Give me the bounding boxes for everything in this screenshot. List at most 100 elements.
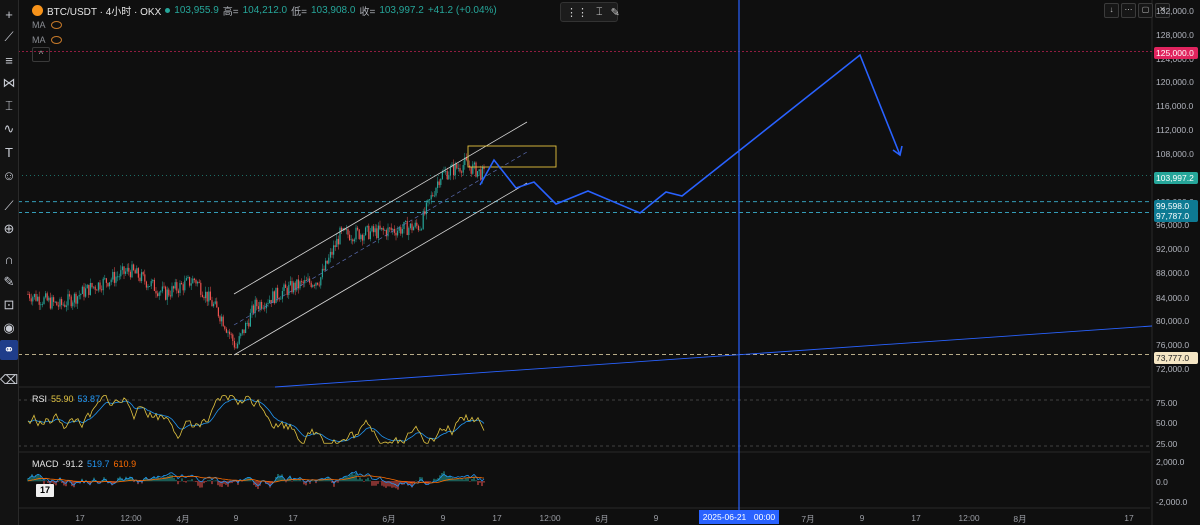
candle-body: [411, 223, 413, 231]
candle-body: [145, 281, 147, 288]
candle-body: [373, 226, 375, 233]
candle-body: [256, 299, 258, 307]
macd-histogram-bar: [369, 480, 371, 482]
candle-body: [427, 199, 429, 203]
candle-body: [429, 199, 431, 201]
candle-body: [190, 283, 192, 286]
candle-body: [38, 296, 40, 305]
candle-body: [222, 316, 224, 327]
candle-body: [341, 227, 343, 231]
scroll-down-button[interactable]: ↓: [1104, 3, 1119, 18]
brush-icon[interactable]: ∿: [0, 119, 18, 139]
candle-body: [96, 289, 98, 291]
candle-body: [323, 268, 325, 271]
candle-body: [32, 297, 34, 302]
candle-body: [115, 276, 117, 283]
trash-icon[interactable]: ⌫: [0, 370, 18, 390]
zoom-icon[interactable]: ⊕: [0, 219, 18, 239]
candle-body: [389, 227, 391, 229]
measure-icon[interactable]: ⌶: [0, 96, 18, 116]
candle-body: [201, 294, 203, 298]
ma-indicator-2[interactable]: MA: [32, 35, 62, 45]
ruler-icon[interactable]: ⟋: [0, 196, 18, 216]
macd-histogram-bar: [295, 479, 297, 482]
candle-body: [443, 171, 445, 173]
lock-icon[interactable]: ⊡: [0, 295, 18, 315]
candle-body: [112, 271, 114, 280]
price-badge: 125,000.0: [1154, 47, 1198, 59]
macd-histogram-bar: [213, 480, 215, 482]
candle-body: [331, 251, 333, 255]
lock-draw-icon[interactable]: ✎: [0, 272, 18, 292]
macd-histogram-bar: [133, 481, 135, 483]
candle-body: [326, 260, 328, 264]
drag-handle-icon[interactable]: ⋮⋮: [566, 6, 588, 19]
eye-icon[interactable]: ◉: [0, 318, 18, 338]
candle-body: [381, 227, 383, 230]
maximize-button[interactable]: ▢: [1138, 3, 1153, 18]
pen-icon[interactable]: ✎: [611, 6, 620, 19]
candle-body: [240, 333, 242, 337]
emoji-icon[interactable]: ☺: [0, 165, 18, 185]
text-cursor-icon[interactable]: ⌶: [596, 6, 603, 19]
tradingview-logo[interactable]: 17: [36, 484, 54, 497]
candle-body: [99, 282, 101, 290]
macd-histogram-bar: [45, 480, 47, 482]
candle-body: [368, 225, 370, 240]
candle-body: [461, 171, 463, 173]
text-icon[interactable]: T: [0, 142, 18, 162]
crosshair-icon[interactable]: +: [0, 4, 18, 24]
candle-body: [430, 195, 432, 200]
candle-body: [315, 282, 317, 286]
candle-body: [102, 278, 104, 291]
candle-body: [208, 291, 210, 302]
candle-body: [350, 239, 352, 241]
channel-lower-line: [233, 182, 528, 356]
candle-body: [406, 221, 408, 236]
visibility-eye-icon[interactable]: [50, 36, 62, 44]
time-label: 7月: [801, 514, 815, 524]
candle-body: [291, 281, 293, 293]
candle-body: [379, 225, 381, 230]
candle-body: [457, 168, 459, 169]
time-label: 6月: [382, 514, 396, 524]
macd-histogram-bar: [455, 479, 457, 482]
candle-body: [432, 195, 434, 196]
price-label: 80,000.0: [1156, 316, 1190, 326]
symbol-title[interactable]: BTC/USDT · 4小时 · OKX: [47, 3, 161, 18]
candle-body: [149, 286, 151, 287]
macd-histogram-bar: [183, 481, 185, 482]
pattern-icon[interactable]: ⋈: [0, 73, 18, 93]
candle-body: [424, 211, 426, 215]
link-icon[interactable]: ⚭: [0, 340, 18, 360]
trend-line-icon[interactable]: ⟋: [0, 27, 18, 47]
macd-axis-neg2000: -2,000.0: [1156, 497, 1188, 507]
ma-indicator-1[interactable]: MA: [32, 20, 62, 30]
collapse-legend-button[interactable]: ^: [32, 47, 50, 62]
fib-icon[interactable]: ≡: [0, 50, 18, 70]
visibility-eye-icon[interactable]: [50, 21, 62, 29]
candle-body: [35, 294, 37, 301]
macd-histogram-bar: [217, 481, 219, 486]
candle-body: [43, 297, 45, 304]
high-value: 104,212.0: [242, 5, 288, 16]
candle-body: [358, 229, 360, 239]
candle-body: [361, 234, 363, 241]
candle-body: [229, 331, 231, 335]
candle-body: [365, 227, 367, 236]
price-label: 92,000.0: [1156, 244, 1190, 254]
candle-body: [433, 195, 435, 197]
macd-histogram-bar: [365, 479, 367, 482]
candle-body: [118, 276, 120, 278]
macd-histogram-bar: [353, 474, 355, 482]
change-value: +41.2 (+0.04%): [427, 5, 497, 16]
more-button[interactable]: ⋯: [1121, 3, 1136, 18]
macd-histogram-bar: [215, 480, 217, 482]
magnet-icon[interactable]: ∩: [0, 249, 18, 269]
candle-body: [61, 299, 63, 305]
candle-body: [161, 286, 163, 292]
candle-body: [382, 227, 384, 231]
macd-histogram-bar: [167, 476, 169, 482]
macd-histogram-bar: [367, 477, 369, 482]
chart-canvas[interactable]: [0, 0, 1200, 525]
